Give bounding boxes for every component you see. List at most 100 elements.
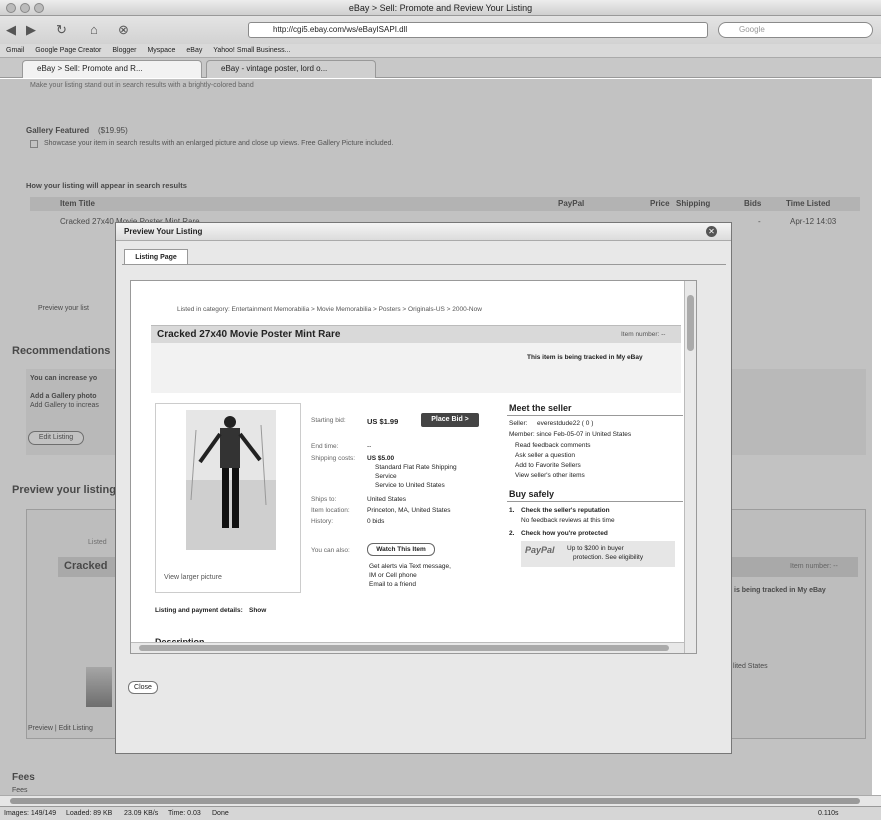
status-loaded: Loaded: 89 KB: [66, 810, 113, 817]
member-since: Member: since Feb-05-07 in United States: [509, 431, 632, 438]
bookmark-yahoo[interactable]: Yahoo! Small Business...: [213, 47, 290, 54]
preview-modal: Preview Your Listing ✕ Listing Page List…: [115, 222, 732, 754]
status-images: Images: 149/149: [4, 810, 57, 817]
email-friend-link[interactable]: Email to a friend: [369, 581, 416, 588]
check2-num: 2.: [509, 530, 515, 537]
ships-to: United States: [367, 496, 407, 503]
payment-details-label: Listing and payment details:: [155, 607, 243, 614]
seller-divider: [507, 415, 683, 416]
item-number: Item number: --: [621, 331, 666, 338]
modal-title: Preview Your Listing: [124, 227, 203, 236]
buy-safely-title: Buy safely: [509, 489, 555, 499]
watch-item-button[interactable]: Watch This Item: [367, 543, 435, 556]
tab-listing-page[interactable]: Listing Page: [124, 249, 188, 265]
buy-safely-divider: [507, 501, 683, 502]
listing-band: [151, 343, 681, 393]
paypal-logo: PayPal: [525, 545, 555, 555]
horizontal-scroll-thumb[interactable]: [139, 645, 669, 651]
bookmarks-bar: Gmail Google Page Creator Blogger Myspac…: [0, 44, 881, 58]
modal-close-button[interactable]: Close: [128, 681, 158, 694]
location: Princeton, MA, United States: [367, 507, 451, 514]
seller-link-ask[interactable]: Ask seller a question: [515, 452, 575, 459]
search-placeholder: Google: [739, 25, 765, 34]
tab-label: eBay - vintage poster, lord o...: [221, 64, 328, 73]
seller-label: Seller:: [509, 420, 528, 427]
check1-title: Check the seller's reputation: [521, 507, 610, 514]
home-icon[interactable]: ⌂: [90, 21, 98, 39]
protect-line1: Up to $200 in buyer: [567, 545, 624, 552]
you-can-also: You can also:: [311, 547, 350, 554]
window-titlebar: eBay > Sell: Promote and Review Your Lis…: [0, 0, 881, 16]
window-title: eBay > Sell: Promote and Review Your Lis…: [348, 3, 533, 13]
forward-icon[interactable]: ▶: [26, 21, 36, 39]
listing-preview-frame: Listed in category: Entertainment Memora…: [130, 280, 697, 654]
paypal-protection-box: PayPal Up to $200 in buyer protection. S…: [521, 541, 675, 567]
tab-label: eBay > Sell: Promote and R...: [37, 64, 143, 73]
horizontal-scrollbar[interactable]: [131, 642, 684, 653]
zoom-window-icon[interactable]: [34, 3, 44, 13]
location-label: Item location:: [311, 507, 350, 514]
stop-icon[interactable]: ⊗: [118, 21, 129, 39]
alerts-line2[interactable]: IM or Cell phone: [369, 572, 417, 579]
bookmark-page-creator[interactable]: Google Page Creator: [35, 47, 101, 54]
check1-desc: No feedback reviews at this time: [521, 517, 615, 524]
status-done: Done: [212, 810, 229, 817]
tab-ebay-search[interactable]: eBay - vintage poster, lord o...: [206, 60, 376, 78]
search-input[interactable]: Google: [718, 22, 873, 38]
shipping-line2: Service: [375, 473, 397, 480]
view-larger-link[interactable]: View larger picture: [164, 574, 222, 581]
browser-toolbar: ◀ ▶ ↻ ⌂ ⊗ http://cgi5.ebay.com/ws/eBayIS…: [0, 16, 881, 44]
category-breadcrumb: Listed in category: Entertainment Memora…: [177, 306, 482, 313]
status-time: Time: 0.03: [168, 810, 201, 817]
page-content: Make your listing stand out in search re…: [0, 79, 872, 795]
end-time: --: [367, 443, 372, 450]
bookmark-ebay[interactable]: eBay: [186, 47, 202, 54]
minimize-window-icon[interactable]: [20, 3, 30, 13]
history-label: History:: [311, 518, 334, 525]
starting-bid-label: Starting bid:: [311, 417, 346, 424]
url-input[interactable]: http://cgi5.ebay.com/ws/eBayISAPI.dll: [248, 22, 708, 38]
shipping-cost: US $5.00: [367, 455, 395, 462]
item-title: Cracked 27x40 Movie Poster Mint Rare: [157, 329, 341, 340]
check2-title: Check how you're protected: [521, 530, 608, 537]
seller-link-feedback[interactable]: Read feedback comments: [515, 442, 591, 449]
tab-ebay-sell[interactable]: eBay > Sell: Promote and R...: [22, 60, 202, 78]
starting-bid: US $1.99: [367, 417, 399, 426]
close-window-icon[interactable]: [6, 3, 16, 13]
seller-link-items[interactable]: View seller's other items: [515, 472, 585, 479]
back-icon[interactable]: ◀: [6, 21, 16, 39]
alerts-line1[interactable]: Get alerts via Text message,: [369, 563, 451, 570]
status-speed: 23.09 KB/s: [124, 810, 159, 817]
place-bid-button[interactable]: Place Bid >: [421, 413, 479, 427]
item-photo[interactable]: [186, 410, 276, 550]
reload-icon[interactable]: ↻: [56, 21, 67, 39]
ships-to-label: Ships to:: [311, 496, 337, 503]
protect-line2[interactable]: protection. See eligibility: [573, 554, 643, 561]
vertical-scrollbar[interactable]: [684, 281, 696, 653]
end-time-label: End time:: [311, 443, 339, 450]
picture-box: View larger picture: [155, 403, 301, 593]
page-horizontal-thumb[interactable]: [10, 798, 860, 804]
tracked-note-front: This item is being tracked in My eBay: [527, 354, 643, 361]
shipping-line3: Service to United States: [375, 482, 445, 489]
url-text: http://cgi5.ebay.com/ws/eBayISAPI.dll: [273, 25, 408, 34]
tab-bar: eBay > Sell: Promote and R... eBay - vin…: [0, 58, 881, 78]
vertical-scroll-thumb[interactable]: [687, 295, 694, 351]
status-bar: Images: 149/149 Loaded: 89 KB 23.09 KB/s…: [0, 806, 881, 820]
modal-close-icon[interactable]: ✕: [706, 226, 717, 237]
check1-num: 1.: [509, 507, 515, 514]
bookmark-myspace[interactable]: Myspace: [147, 47, 175, 54]
shipping-label: Shipping costs:: [311, 455, 356, 462]
bookmark-blogger[interactable]: Blogger: [112, 47, 136, 54]
bookmark-gmail[interactable]: Gmail: [6, 47, 24, 54]
meet-seller-title: Meet the seller: [509, 403, 572, 413]
modal-header: Preview Your Listing ✕: [116, 223, 731, 241]
shipping-line1: Standard Flat Rate Shipping: [375, 464, 457, 471]
listing-title-bar: Cracked 27x40 Movie Poster Mint Rare Ite…: [151, 325, 681, 343]
payment-show-link[interactable]: Show: [249, 607, 266, 614]
seller-name[interactable]: everestdude22 ( 0 ): [537, 420, 593, 427]
page-horizontal-scrollbar[interactable]: [0, 795, 881, 806]
history: 0 bids: [367, 518, 385, 525]
seller-link-favorite[interactable]: Add to Favorite Sellers: [515, 462, 581, 469]
tab-divider: [122, 264, 726, 265]
